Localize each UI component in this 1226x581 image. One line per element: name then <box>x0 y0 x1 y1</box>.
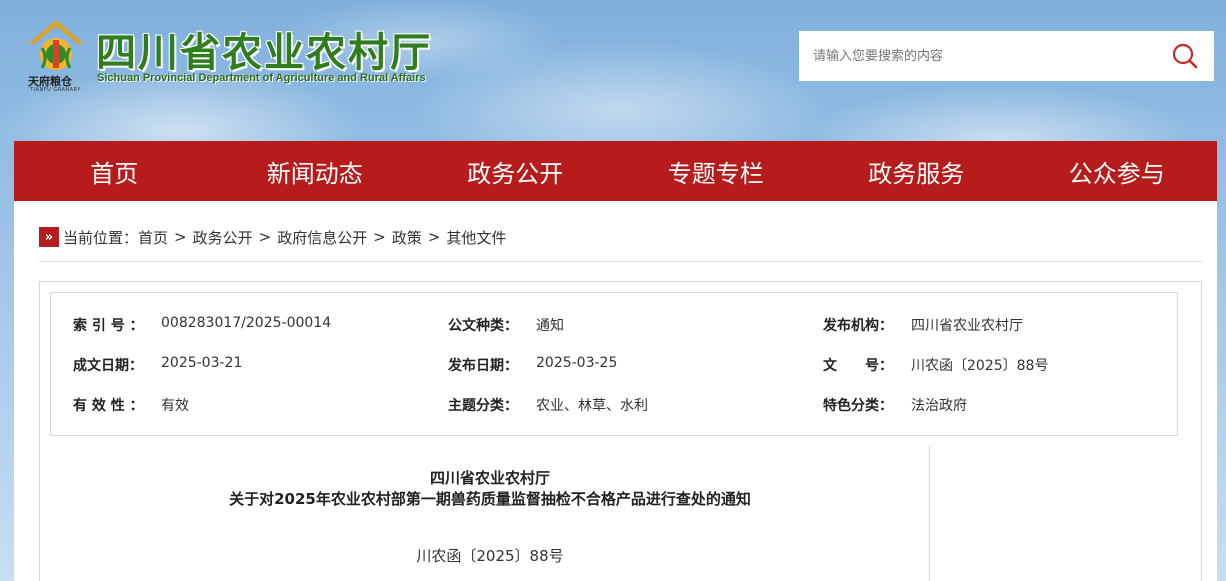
breadcrumb-separator: > <box>174 228 187 246</box>
nav-item-participation[interactable]: 公众参与 <box>1017 154 1218 189</box>
logo-subtext: TIANFU GRANARY <box>30 87 81 93</box>
validity-label: 有 效 性 ： <box>73 398 144 414</box>
breadcrumb-gov-info[interactable]: 政府信息公开 <box>277 227 367 248</box>
publish-date-value: 2025-03-25 <box>536 355 618 371</box>
site-subtitle: Sichuan Provincial Department of Agricul… <box>97 72 426 84</box>
meta-row: 索 引 号 ： 008283017/2025-00014 公文种类： 通知 发布… <box>51 315 1177 335</box>
meta-row: 成文日期： 2025-03-21 发布日期： 2025-03-25 文 号： 川… <box>51 355 1177 375</box>
double-chevron-icon: » <box>39 227 59 247</box>
nav-item-news[interactable]: 新闻动态 <box>215 154 416 189</box>
search-input[interactable] <box>799 31 1156 81</box>
breadcrumb-policy[interactable]: 政策 <box>392 227 422 248</box>
breadcrumb-prefix: 当前位置： <box>63 228 139 247</box>
site-title[interactable]: 四川省农业农村厅 <box>96 20 432 78</box>
content-panel: » 当前位置： 首页 > 政务公开 > 政府信息公开 > 政策 > 其他文件 索… <box>14 201 1217 581</box>
issuer-label: 发布机构： <box>823 318 893 334</box>
breadcrumb-other-docs[interactable]: 其他文件 <box>446 227 506 248</box>
doc-no-value: 川农函〔2025〕88号 <box>911 358 1049 374</box>
breadcrumb-home[interactable]: 首页 <box>138 227 168 248</box>
meta-row: 有 效 性 ： 有效 主题分类： 农业、林草、水利 特色分类： 法治政府 <box>51 395 1177 415</box>
breadcrumb-divider <box>39 261 1202 262</box>
index-no-value: 008283017/2025-00014 <box>161 315 332 331</box>
publish-date-label: 发布日期： <box>448 358 518 374</box>
index-no-label: 索 引 号 ： <box>73 318 144 334</box>
main-nav: 首页 新闻动态 政务公开 专题专栏 政务服务 公众参与 <box>14 141 1217 201</box>
document-number: 川农函〔2025〕88号 <box>416 547 564 565</box>
document-issuer-line: 四川省农业农村厅 <box>429 469 550 487</box>
feature-label: 特色分类： <box>823 398 893 414</box>
breadcrumb-separator: > <box>373 228 386 246</box>
written-date-value: 2025-03-21 <box>161 355 243 371</box>
nav-item-services[interactable]: 政务服务 <box>816 154 1017 189</box>
search-button[interactable] <box>1156 31 1214 81</box>
breadcrumb-separator: > <box>427 228 441 246</box>
breadcrumb-gov-affairs[interactable]: 政务公开 <box>193 227 253 248</box>
nav-item-topics[interactable]: 专题专栏 <box>616 154 817 189</box>
written-date-label: 成文日期： <box>73 358 143 374</box>
search-box <box>799 31 1214 81</box>
logo-emblem[interactable]: 天府粮仓 TIANFU GRANARY <box>26 18 86 94</box>
breadcrumb: » 当前位置： 首页 > 政务公开 > 政府信息公开 > 政策 > 其他文件 <box>39 226 506 248</box>
topic-label: 主题分类： <box>448 398 518 414</box>
document-title: 关于对2025年农业农村部第一期兽药质量监督抽检不合格产品进行查处的通知 <box>229 490 751 508</box>
nav-item-home[interactable]: 首页 <box>14 154 215 189</box>
issuer-value: 四川省农业农村厅 <box>911 318 1023 334</box>
nav-item-gov-affairs[interactable]: 政务公开 <box>415 154 616 189</box>
doc-no-label: 文 号： <box>823 358 893 374</box>
document-metadata: 索 引 号 ： 008283017/2025-00014 公文种类： 通知 发布… <box>50 292 1178 436</box>
search-icon <box>1172 43 1198 69</box>
doc-type-value: 通知 <box>536 318 564 334</box>
breadcrumb-separator: > <box>258 228 272 246</box>
doc-type-label: 公文种类： <box>448 318 518 334</box>
feature-value: 法治政府 <box>911 398 967 414</box>
topic-value: 农业、林草、水利 <box>536 398 648 414</box>
validity-value: 有效 <box>161 398 189 414</box>
